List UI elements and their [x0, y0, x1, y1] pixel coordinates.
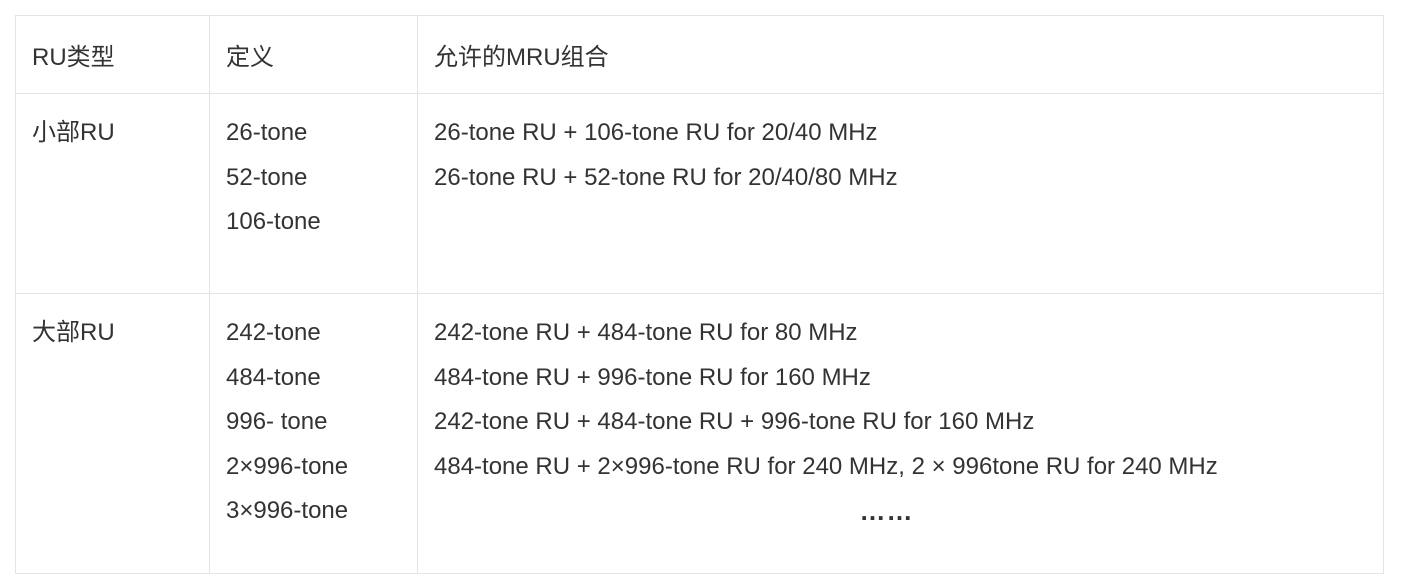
cell-combinations: 242-tone RU + 484-tone RU for 80 MHz 484… [417, 293, 1384, 574]
cell-definitions: 242-tone 484-tone 996- tone 2×996-tone 3… [209, 293, 418, 574]
definition-item: 52-tone [226, 163, 308, 191]
combination-item: 26-tone RU + 52-tone RU for 20/40/80 MHz [434, 163, 898, 191]
definition-item: 242-tone [226, 319, 321, 346]
definition-item: 3×996-tone [226, 497, 349, 524]
table-header-row: RU类型 定义 允许的MRU组合 [15, 15, 1384, 94]
definition-item: 996- tone [226, 408, 328, 435]
cell-combinations: 26-tone RU + 106-tone RU for 20/40 MHz 2… [417, 93, 1384, 294]
mru-table: RU类型 定义 允许的MRU组合 小部RU 26-tone 52-tone 10… [15, 15, 1384, 574]
cell-ru-type: 大部RU [15, 293, 210, 574]
combination-item: 242-tone RU + 484-tone RU for 80 MHz [434, 319, 858, 346]
table-row-large-ru: 大部RU 242-tone 484-tone 996- tone 2×996-t… [15, 293, 1384, 574]
table-row-small-ru: 小部RU 26-tone 52-tone 106-tone 26-tone RU… [15, 93, 1384, 294]
header-ru-type: RU类型 [15, 15, 210, 94]
cell-definitions: 26-tone 52-tone 106-tone [209, 93, 418, 294]
definition-item: 26-tone [226, 119, 308, 146]
header-allowed-mru-combinations: 允许的MRU组合 [417, 15, 1384, 94]
ru-type-label: 大部RU [32, 319, 115, 346]
ru-type-label: 小部RU [32, 119, 115, 146]
definition-item: 106-tone [226, 208, 321, 235]
cell-ru-type: 小部RU [15, 93, 210, 294]
header-definition: 定义 [209, 15, 418, 94]
ellipsis-more: …… [859, 496, 914, 526]
definition-item: 2×996-tone [226, 452, 349, 480]
definition-item: 484-tone [226, 363, 321, 391]
combination-item: 484-tone RU + 996-tone RU for 160 MHz [434, 363, 871, 391]
combination-item: 26-tone RU + 106-tone RU for 20/40 MHz [434, 119, 878, 146]
combination-item: 484-tone RU + 2×996-tone RU for 240 MHz,… [434, 452, 1218, 480]
combination-item: 242-tone RU + 484-tone RU + 996-tone RU … [434, 408, 1035, 435]
